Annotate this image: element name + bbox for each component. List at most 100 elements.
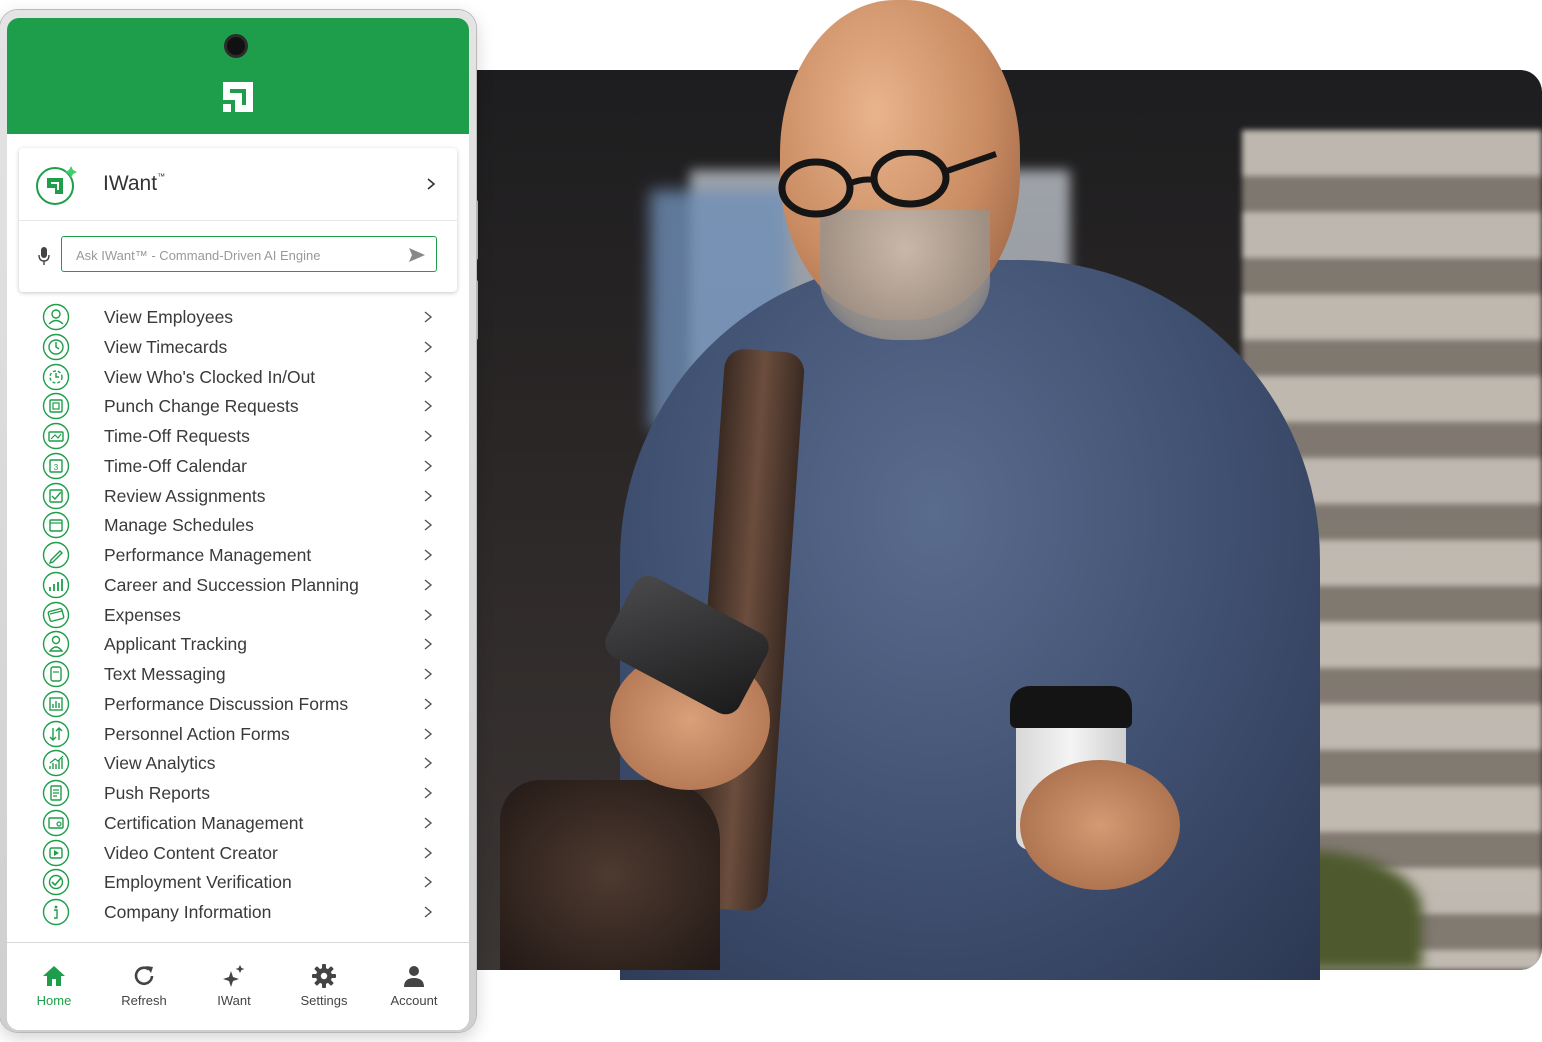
menu-item-label: Manage Schedules xyxy=(104,515,254,536)
punch-card-icon xyxy=(42,393,70,420)
leather-bag xyxy=(500,780,720,970)
pen-icon xyxy=(42,541,70,569)
nav-refresh[interactable]: Refresh xyxy=(99,963,189,1008)
menu-item[interactable]: Applicant Tracking xyxy=(7,629,469,659)
growth-chart-icon xyxy=(42,571,70,598)
menu-item[interactable]: Certification Management xyxy=(7,808,469,838)
checklist-icon xyxy=(42,482,70,509)
menu-item-label: Expenses xyxy=(104,604,181,625)
menu-item[interactable]: Employment Verification xyxy=(7,867,469,897)
feature-menu: View Employees View Timecards View Who's C… xyxy=(7,302,469,927)
menu-item[interactable]: Manage Schedules xyxy=(7,510,469,540)
menu-item[interactable]: Review Assignments xyxy=(7,481,469,511)
app-header xyxy=(7,18,469,134)
chevron-right-icon xyxy=(424,906,433,918)
nav-iwant[interactable]: IWant xyxy=(189,963,279,1008)
video-icon xyxy=(42,839,70,866)
message-icon xyxy=(42,660,70,688)
clock-arrows-icon xyxy=(42,363,70,390)
chevron-right-icon xyxy=(424,668,433,680)
menu-item-label: View Timecards xyxy=(104,336,228,357)
applicant-icon xyxy=(42,631,70,658)
menu-item-label: Certification Management xyxy=(104,812,304,833)
svg-text:3: 3 xyxy=(54,463,59,472)
menu-item[interactable]: Text Messaging xyxy=(7,659,469,689)
menu-item-label: Performance Discussion Forms xyxy=(104,693,349,714)
menu-item-label: View Who's Clocked In/Out xyxy=(104,366,316,387)
nav-home[interactable]: Home xyxy=(9,963,99,1008)
phone-frame: IWant™ View EmployeesView TimecardsView … xyxy=(0,10,476,1032)
menu-item[interactable]: View Who's Clocked In/Out xyxy=(7,362,469,392)
menu-item[interactable]: Performance Management xyxy=(7,540,469,570)
menu-item[interactable]: Performance Discussion Forms xyxy=(7,689,469,719)
chevron-right-icon xyxy=(424,311,433,323)
report-icon xyxy=(42,779,70,807)
chevron-right-icon xyxy=(424,489,433,502)
chevron-right-icon xyxy=(424,549,433,561)
arrows-icon xyxy=(42,720,70,747)
menu-item[interactable]: Career and Succession Planning xyxy=(7,570,469,600)
nav-account[interactable]: Account xyxy=(369,963,459,1008)
chevron-right-icon xyxy=(424,430,433,442)
nav-iwant-label: IWant xyxy=(217,993,251,1008)
menu-item-label: View Analytics xyxy=(104,753,216,774)
glasses xyxy=(778,150,997,218)
menu-item[interactable]: Time-Off Requests xyxy=(7,421,469,451)
menu-item-label: Text Messaging xyxy=(104,664,226,684)
iwant-logo-icon xyxy=(36,166,77,205)
ask-iwant-field[interactable] xyxy=(61,236,437,273)
chevron-right-icon xyxy=(424,638,433,650)
bottom-navigation: Home Refresh IWant Settings Account xyxy=(7,942,469,1030)
menu-item-label: Company Information xyxy=(104,902,272,922)
brand-logo-icon xyxy=(223,82,253,112)
chevron-right-icon xyxy=(424,817,433,829)
chevron-right-icon xyxy=(424,370,433,383)
menu-item[interactable]: Video Content Creator xyxy=(7,838,469,868)
chevron-right-icon xyxy=(424,757,433,769)
nav-settings[interactable]: Settings xyxy=(279,963,369,1008)
send-icon[interactable] xyxy=(408,247,426,263)
chevron-right-icon xyxy=(424,846,433,859)
bar-chart-icon xyxy=(42,690,70,717)
menu-item-label: Punch Change Requests xyxy=(104,396,299,417)
menu-item[interactable]: Punch Change Requests xyxy=(7,391,469,421)
info-icon xyxy=(42,898,70,926)
menu-item-label: Push Reports xyxy=(104,783,211,803)
sparkle-icon xyxy=(223,965,245,987)
menu-item[interactable]: Personnel Action Forms xyxy=(7,719,469,749)
person-beard xyxy=(820,210,990,340)
chevron-right-icon xyxy=(424,579,433,591)
menu-item-label: Time-Off Requests xyxy=(104,426,250,446)
menu-item-label: Performance Management xyxy=(104,545,312,565)
iwant-card: IWant™ xyxy=(19,148,457,292)
menu-item[interactable]: Push Reports xyxy=(7,778,469,808)
menu-item[interactable]: Company Information xyxy=(7,897,469,927)
nav-home-label: Home xyxy=(36,993,72,1008)
menu-item[interactable]: 3 Time-Off Calendar xyxy=(7,451,469,481)
certificate-icon xyxy=(42,809,70,836)
menu-item-label: Employment Verification xyxy=(104,872,292,893)
iwant-open-row[interactable]: IWant™ xyxy=(19,148,457,221)
schedule-icon xyxy=(42,512,70,539)
clock-icon xyxy=(42,333,70,360)
menu-item-label: Career and Succession Planning xyxy=(104,574,359,595)
chevron-right-icon xyxy=(424,400,433,412)
iwant-title: IWant™ xyxy=(103,172,166,195)
menu-item[interactable]: View Timecards xyxy=(7,332,469,362)
menu-item[interactable]: Expenses xyxy=(7,600,469,630)
coffee-cup-lid xyxy=(1010,686,1132,728)
phone-screen: IWant™ View EmployeesView TimecardsView … xyxy=(7,18,469,1030)
menu-item-label: Review Assignments xyxy=(104,485,266,506)
analytics-icon xyxy=(42,750,70,777)
microphone-icon[interactable] xyxy=(37,246,51,266)
calendar-icon: 3 xyxy=(42,452,70,479)
account-icon xyxy=(404,966,424,987)
chevron-right-icon xyxy=(424,727,433,740)
ask-iwant-input[interactable] xyxy=(74,237,398,273)
nav-refresh-label: Refresh xyxy=(121,993,167,1008)
chevron-right-icon xyxy=(424,787,433,799)
menu-item[interactable]: View Analytics xyxy=(7,748,469,778)
chevron-right-icon xyxy=(427,178,436,190)
menu-item-label: Applicant Tracking xyxy=(104,634,247,655)
menu-item[interactable]: View Employees xyxy=(7,302,469,332)
